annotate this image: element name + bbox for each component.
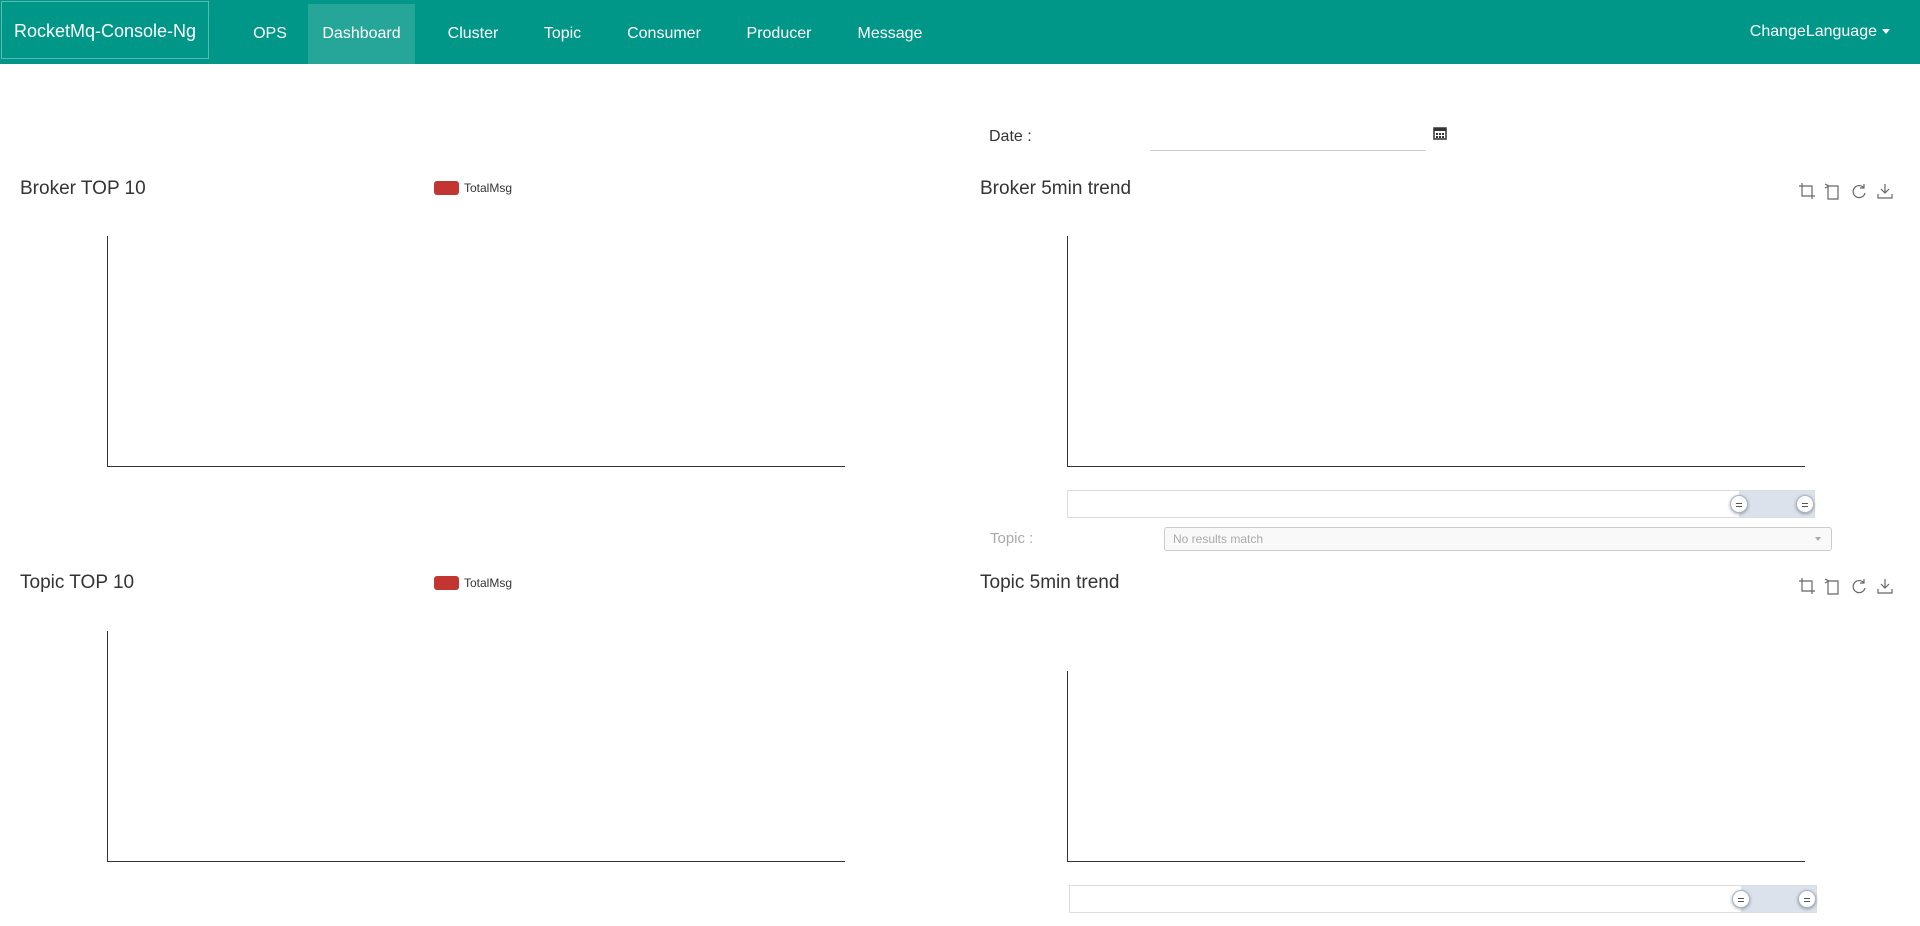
topic-select-placeholder: No results match <box>1173 532 1264 546</box>
zoom-icon[interactable] <box>1798 182 1816 200</box>
zoom-reset-icon[interactable] <box>1824 577 1842 595</box>
caret-down-icon <box>1882 29 1890 35</box>
topic-label: Topic : <box>990 530 1034 547</box>
broker-top10-legend[interactable]: TotalMsg <box>434 181 512 195</box>
nav-consumer[interactable]: Consumer <box>616 4 712 64</box>
x-axis-line <box>1067 861 1805 862</box>
broker-datazoom-slider[interactable] <box>1067 490 1815 518</box>
calendar-icon[interactable] <box>1433 126 1447 140</box>
change-language-label: ChangeLanguage <box>1749 23 1877 40</box>
top-navbar: RocketMq-Console-Ng OPS Dashboard Cluste… <box>0 0 1920 64</box>
brand-link[interactable]: RocketMq-Console-Ng <box>1 1 209 59</box>
broker-top10-title: Broker TOP 10 <box>20 178 146 199</box>
legend-swatch <box>434 576 459 590</box>
chart-toolbox <box>1798 577 1894 595</box>
restore-icon[interactable] <box>1850 182 1868 200</box>
download-icon[interactable] <box>1876 577 1894 595</box>
legend-swatch <box>434 181 459 195</box>
nav-topic[interactable]: Topic <box>531 4 594 64</box>
nav-cluster[interactable]: Cluster <box>437 4 509 64</box>
topic-top10-title: Topic TOP 10 <box>20 572 135 593</box>
y-axis-line <box>107 236 108 467</box>
topic-trend-title: Topic 5min trend <box>980 572 1120 593</box>
select-caret-icon <box>1815 537 1821 541</box>
zoom-icon[interactable] <box>1798 577 1816 595</box>
datazoom-end-handle[interactable] <box>1796 495 1814 513</box>
broker-trend-title: Broker 5min trend <box>980 178 1132 199</box>
chart-toolbox <box>1798 182 1894 200</box>
datazoom-end-handle[interactable] <box>1798 890 1816 908</box>
x-axis-line <box>1067 466 1805 467</box>
y-axis-line <box>1067 236 1068 467</box>
restore-icon[interactable] <box>1850 577 1868 595</box>
download-icon[interactable] <box>1876 182 1894 200</box>
topic-datazoom-slider[interactable] <box>1069 885 1817 913</box>
topic-select[interactable]: No results match <box>1164 527 1832 551</box>
y-axis-line <box>107 631 108 862</box>
change-language-dropdown[interactable]: ChangeLanguage <box>1750 0 1890 64</box>
nav-producer[interactable]: Producer <box>734 4 824 64</box>
zoom-reset-icon[interactable] <box>1824 182 1842 200</box>
y-axis-line <box>1067 671 1068 862</box>
nav-dashboard[interactable]: Dashboard <box>308 4 415 64</box>
nav-ops[interactable]: OPS <box>240 4 300 64</box>
date-label: Date : <box>989 128 1032 145</box>
legend-label: TotalMsg <box>464 181 513 195</box>
topic-top10-legend[interactable]: TotalMsg <box>434 576 512 590</box>
nav-message[interactable]: Message <box>846 4 934 64</box>
x-axis-line <box>107 466 845 467</box>
date-input[interactable] <box>1150 124 1426 151</box>
legend-label: TotalMsg <box>464 576 513 590</box>
x-axis-line <box>107 861 845 862</box>
